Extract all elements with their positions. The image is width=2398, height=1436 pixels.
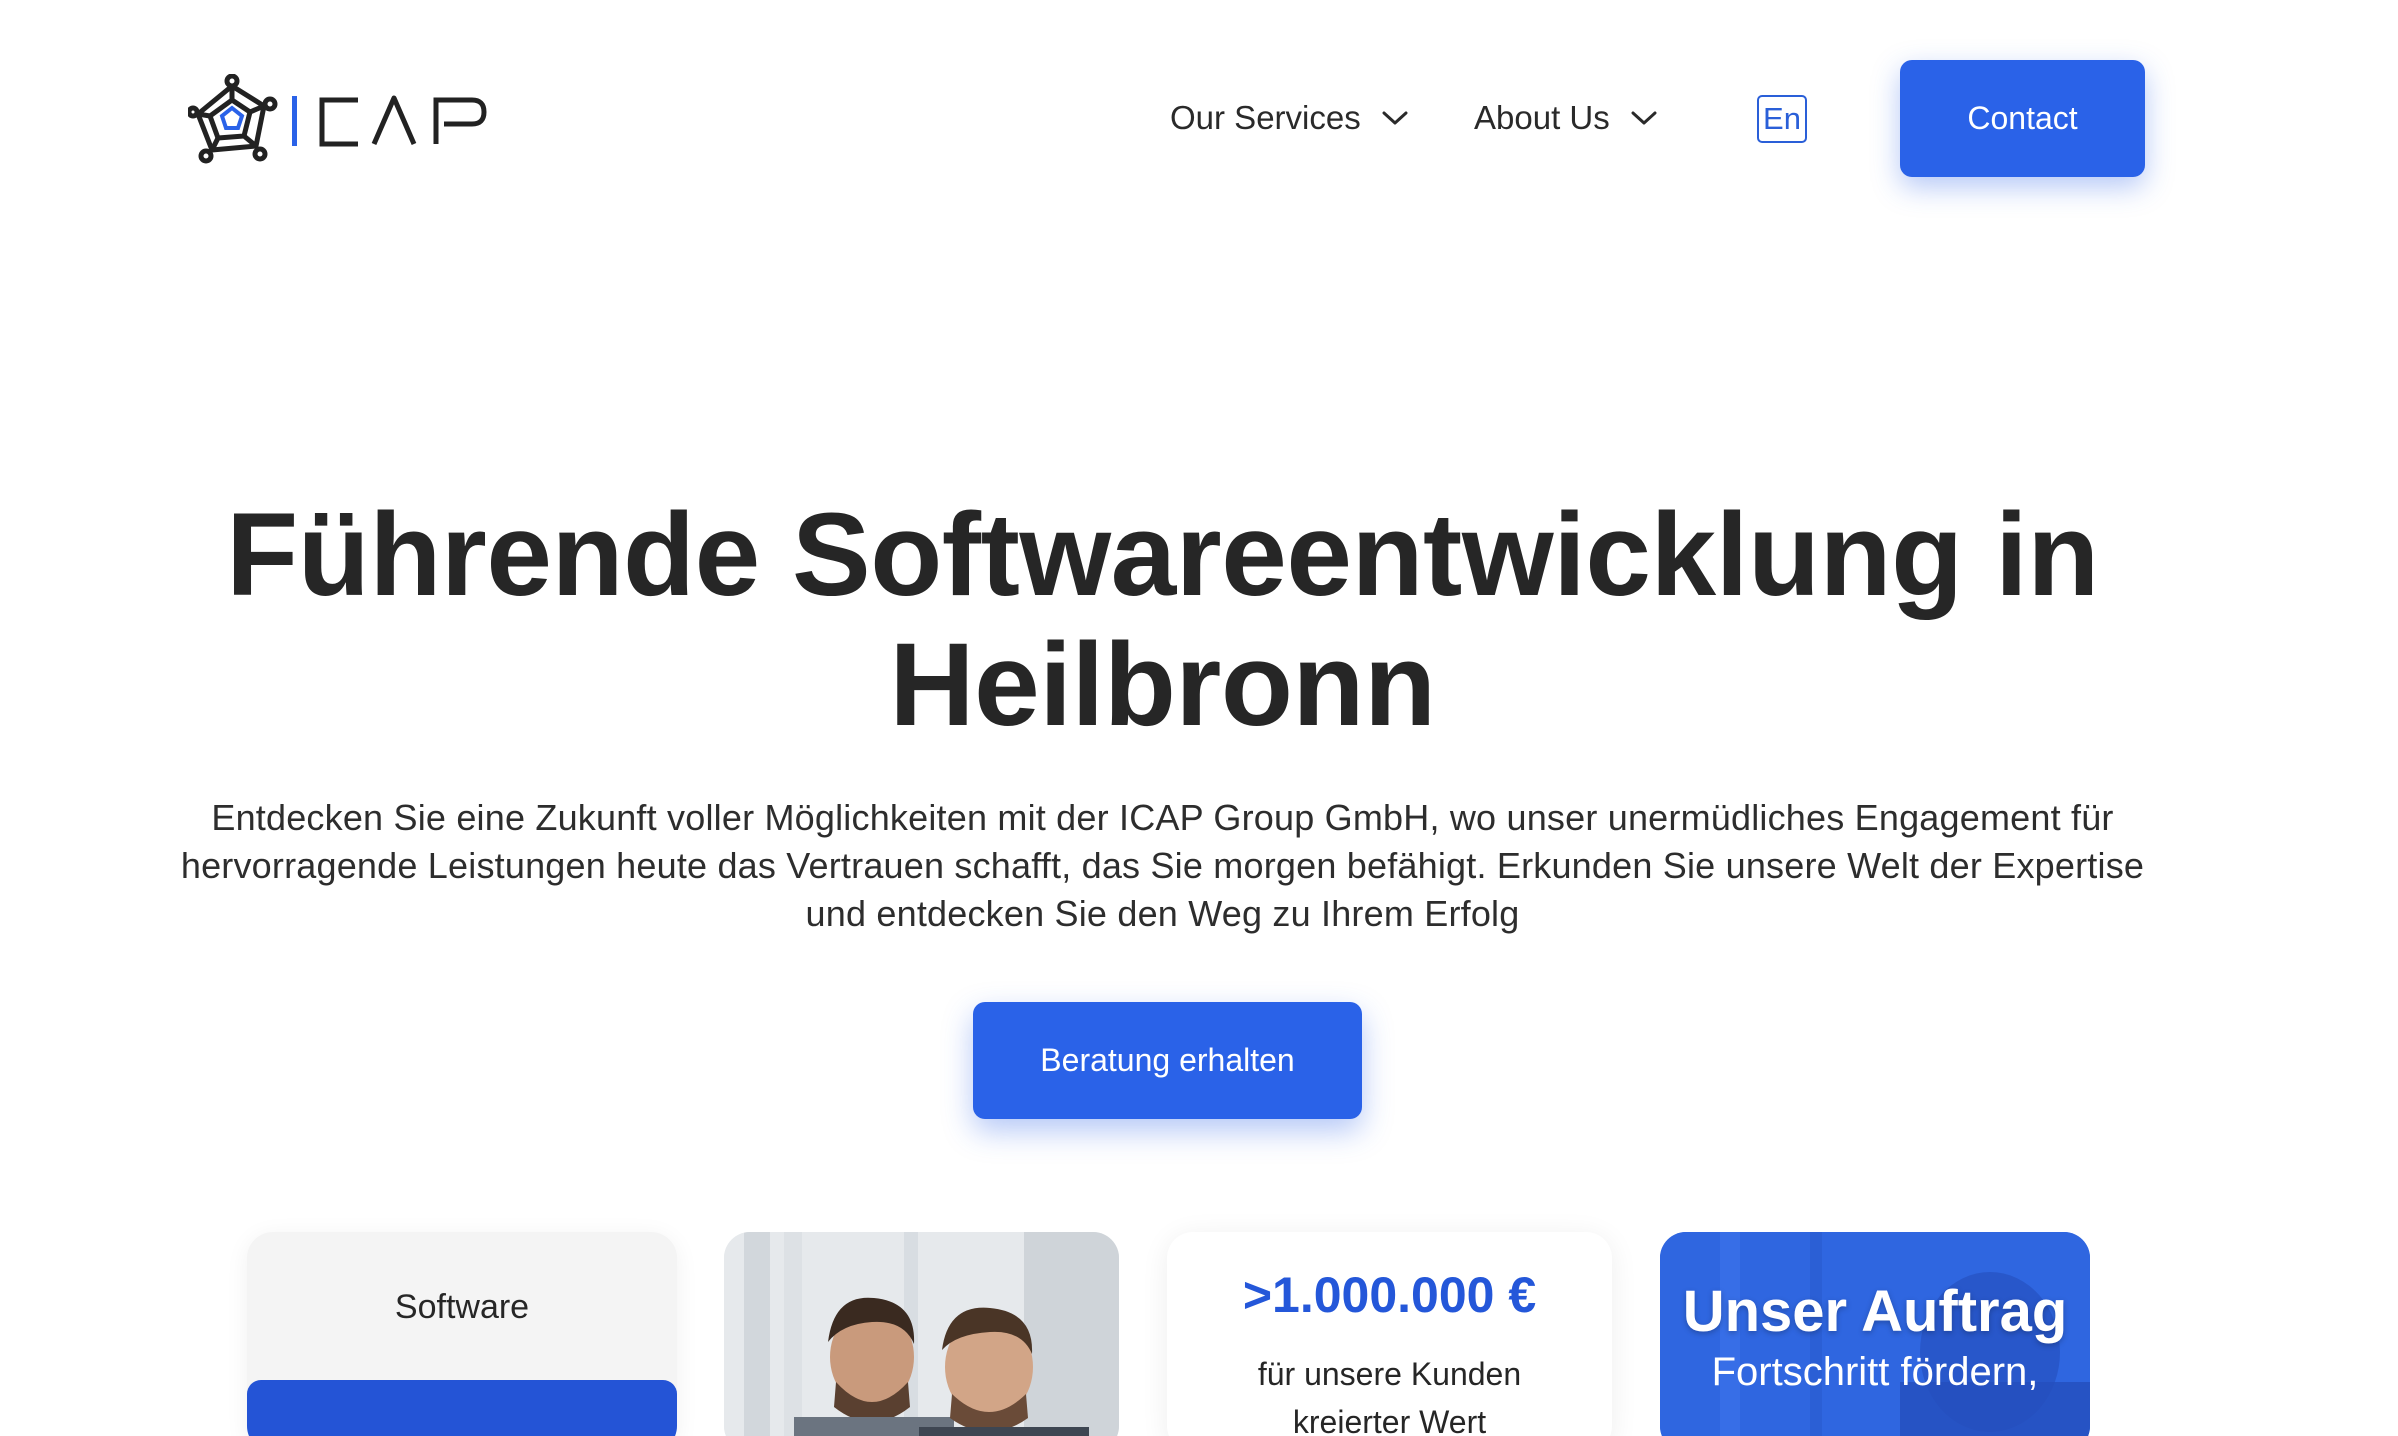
chevron-down-icon	[1631, 111, 1657, 125]
team-photo-image	[724, 1232, 1119, 1436]
tab-apps[interactable]: Apps	[247, 1380, 677, 1436]
icap-logo-icon	[188, 74, 487, 164]
chevron-down-icon	[1382, 111, 1408, 125]
stat-description: für unsere Kunden kreierter Wert	[1167, 1350, 1612, 1436]
tab-software[interactable]: Software	[247, 1232, 677, 1382]
consultation-button[interactable]: Beratung erhalten	[973, 1002, 1362, 1119]
stat-value: >1.000.000 €	[1242, 1267, 1537, 1323]
page-title: Führende Softwareentwicklung in Heilbron…	[100, 490, 2225, 750]
stat-description-line1: für unsere Kunden	[1257, 1356, 1522, 1392]
service-tabs-card: Software Apps	[247, 1232, 677, 1436]
mission-subtitle: Fortschritt fördern,	[1711, 1350, 2039, 1394]
nav-about-us[interactable]: About Us	[1474, 96, 1658, 140]
stat-description-line2: kreierter Wert	[1292, 1404, 1487, 1436]
page-title-line2: Heilbronn	[889, 619, 1436, 751]
page-title-line1: Führende Softwareentwicklung in	[226, 489, 2099, 621]
contact-button[interactable]: Contact	[1900, 60, 2145, 177]
hero-description: Entdecken Sie eine Zukunft voller Möglic…	[140, 794, 2185, 938]
hero-description-line3: und entdecken Sie den Weg zu Ihrem Erfol…	[805, 893, 1520, 934]
nav-about-us-label: About Us	[1474, 99, 1610, 136]
hero-description-line1: Entdecken Sie eine Zukunft voller Möglic…	[211, 797, 2114, 838]
stat-card: >1.000.000 € für unsere Kunden kreierter…	[1167, 1232, 1612, 1436]
hero-description-line2: hervorragende Leistungen heute das Vertr…	[180, 845, 2145, 886]
nav-our-services[interactable]: Our Services	[1170, 96, 1409, 140]
nav-our-services-label: Our Services	[1170, 99, 1361, 136]
language-switch[interactable]: En	[1757, 95, 1807, 143]
logo[interactable]	[188, 74, 488, 168]
mission-card[interactable]: Unser Auftrag Fortschritt fördern,	[1660, 1232, 2090, 1436]
team-photo	[724, 1232, 1119, 1436]
mission-title: Unser Auftrag	[1682, 1279, 2068, 1344]
